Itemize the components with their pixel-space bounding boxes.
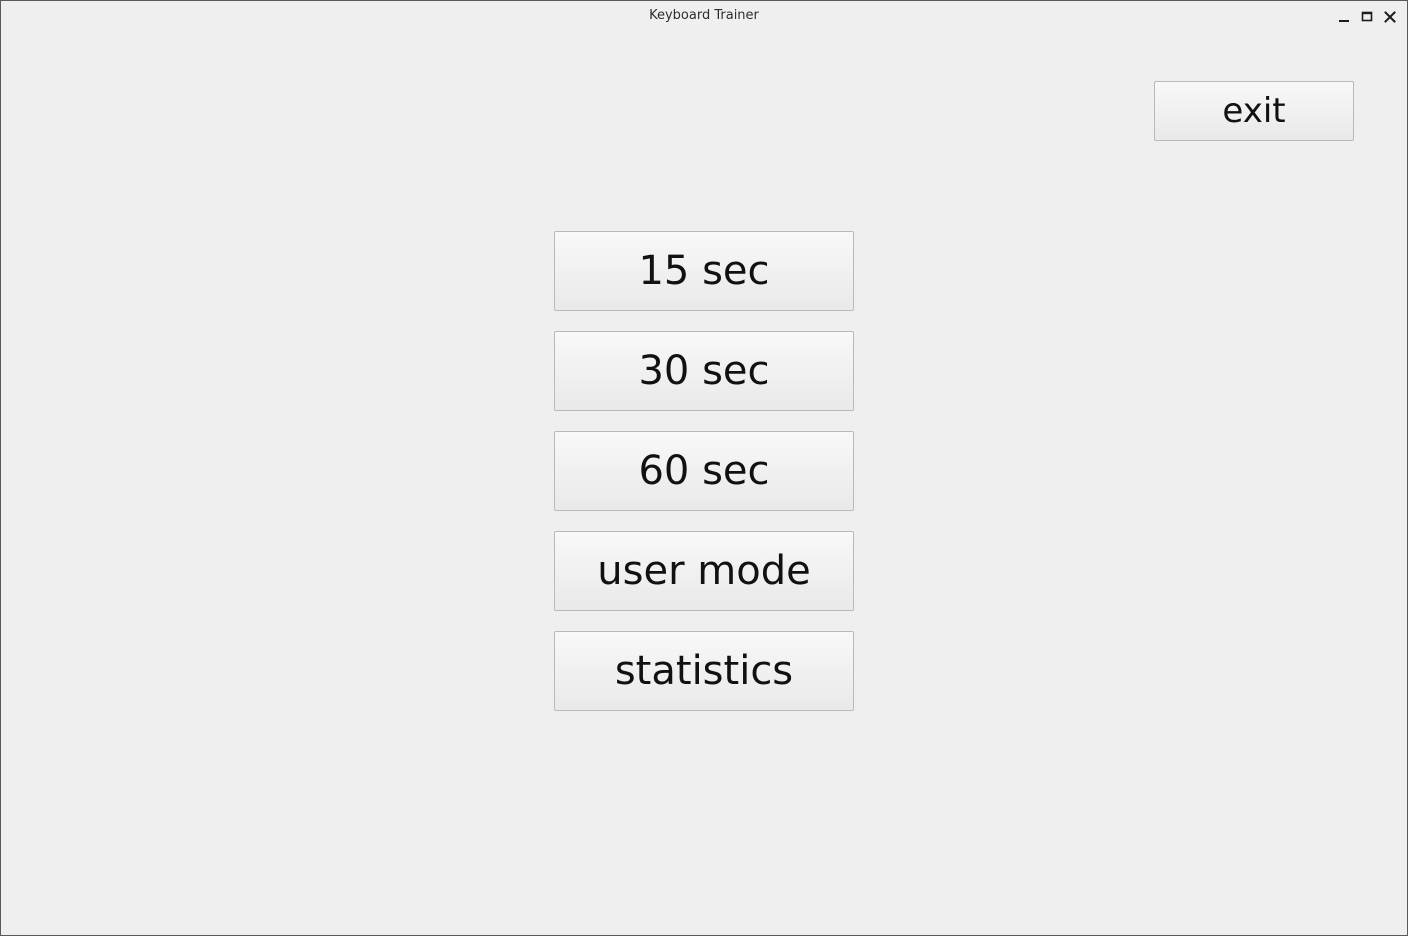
15-sec-button[interactable]: 15 sec: [554, 231, 854, 311]
30-sec-button[interactable]: 30 sec: [554, 331, 854, 411]
statistics-button[interactable]: statistics: [554, 631, 854, 711]
app-window: Keyboard Trainer exit 15 sec 30 sec 60 s…: [0, 0, 1408, 936]
user-mode-button[interactable]: user mode: [554, 531, 854, 611]
maximize-button[interactable]: [1358, 8, 1376, 26]
window-title: Keyboard Trainer: [649, 8, 759, 23]
minimize-icon: [1339, 20, 1349, 22]
exit-button[interactable]: exit: [1154, 81, 1354, 141]
60-sec-button[interactable]: 60 sec: [554, 431, 854, 511]
maximize-icon: [1361, 11, 1373, 22]
close-icon: [1384, 11, 1396, 23]
close-button[interactable]: [1381, 8, 1399, 26]
title-bar[interactable]: Keyboard Trainer: [1, 1, 1407, 33]
minimize-button[interactable]: [1335, 8, 1353, 26]
